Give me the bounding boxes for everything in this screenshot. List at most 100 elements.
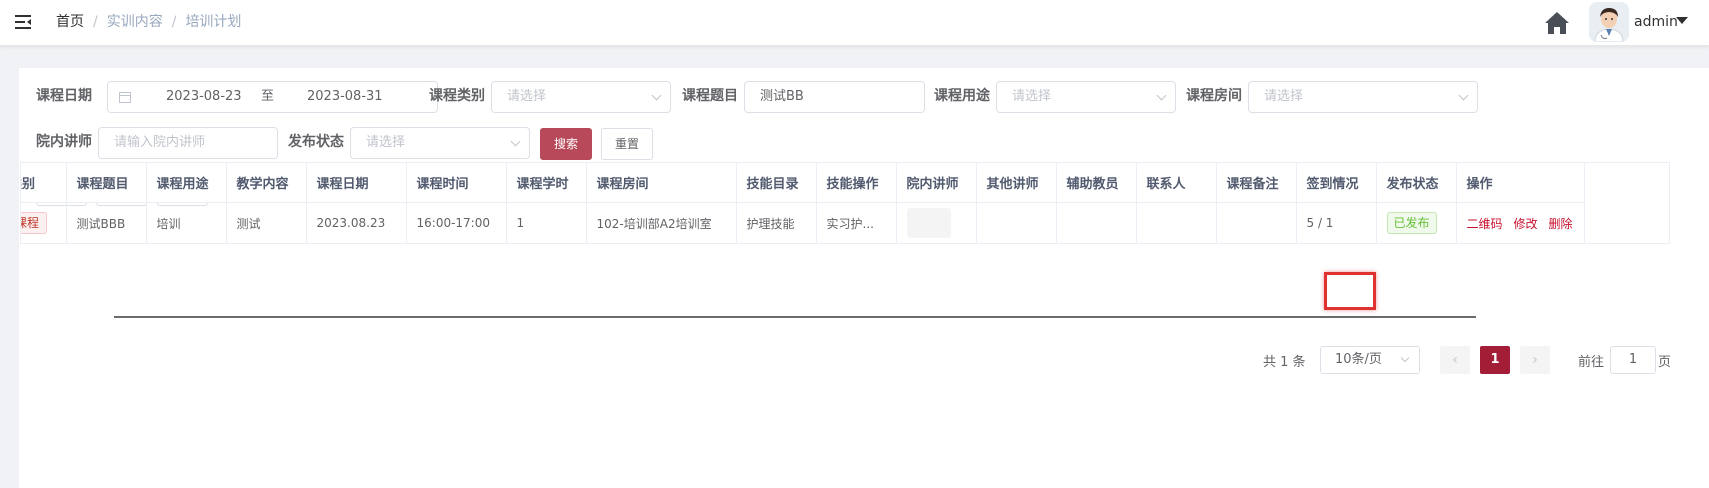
lecturer-label: 院内讲师: [36, 134, 92, 150]
page-size-value: 10条/页: [1335, 352, 1382, 367]
chevron-down-icon: [651, 90, 662, 101]
page-size-select[interactable]: 10条/页: [1320, 346, 1420, 374]
date-end[interactable]: 2023-08-31: [307, 82, 383, 112]
purpose-placeholder: 请选择: [1012, 89, 1052, 104]
category-placeholder: 请选择: [507, 89, 547, 104]
col-header: 操作: [1456, 163, 1585, 203]
status-placeholder: 请选择: [366, 135, 406, 150]
col-header: 课程题目: [66, 163, 147, 203]
col-header: 其他讲师: [976, 163, 1057, 203]
category-label: 课程类别: [429, 88, 485, 104]
col-header: 课程备注: [1216, 163, 1297, 203]
date-separator: 至: [261, 89, 275, 104]
reset-button[interactable]: 重置: [601, 128, 653, 160]
room-label: 课程房间: [1186, 88, 1242, 104]
cell-contact: [1136, 202, 1217, 243]
chevron-down-icon: [1156, 90, 1167, 101]
col-header: 签到情况: [1296, 163, 1377, 203]
cell-time: 16:00-17:00: [406, 202, 507, 243]
data-table: 课程类别 课程题目 课程用途 教学内容 课程日期 课程时间 课程学时 课程房间 …: [20, 162, 1670, 244]
col-header: 技能目录: [736, 163, 817, 203]
home-icon[interactable]: [1544, 10, 1570, 36]
breadcrumb-training-plan: 培训计划: [185, 14, 242, 30]
col-header: 联系人: [1136, 163, 1217, 203]
topic-label: 课程题目: [682, 88, 738, 104]
main-card: 课程日期 2023-08-23 至 2023-08-31 课程类别 请选择 课程…: [19, 68, 1709, 488]
topic-input[interactable]: 测试BB: [744, 81, 925, 113]
table-header-row: 课程类别 课程题目 课程用途 教学内容 课程日期 课程时间 课程学时 课程房间 …: [21, 163, 1585, 203]
col-header: 课程日期: [306, 163, 407, 203]
category-select[interactable]: 请选择: [491, 81, 671, 113]
breadcrumb-training-content[interactable]: 实训内容: [107, 14, 163, 30]
chevron-down-icon: [1458, 90, 1469, 101]
chevron-down-icon: [1400, 353, 1410, 363]
cell-room: 102-培训部A2培训室: [586, 202, 737, 243]
caret-down-icon[interactable]: [1676, 17, 1688, 24]
cell-assistant: [1056, 202, 1137, 243]
topic-value: 测试BB: [760, 89, 804, 104]
purpose-select[interactable]: 请选择: [996, 81, 1176, 113]
prev-page-button[interactable]: ‹: [1440, 346, 1470, 374]
blurred-lecturer: [906, 208, 951, 238]
pagination-total: 共 1 条: [1263, 355, 1306, 370]
col-header: 课程房间: [586, 163, 737, 203]
col-header: 课程时间: [406, 163, 507, 203]
col-header: 技能操作: [816, 163, 897, 203]
date-label: 课程日期: [36, 88, 92, 104]
goto-prefix: 前往: [1578, 355, 1605, 370]
user-name[interactable]: admin: [1634, 13, 1678, 31]
goto-page-input[interactable]: 1: [1610, 346, 1656, 374]
table-row: 实践课程 测试BBB 培训 测试 2023.08.23 16:00-17:00 …: [21, 202, 1585, 243]
col-header: 课程用途: [146, 163, 227, 203]
status-label: 发布状态: [288, 134, 344, 150]
cell-status: 已发布: [1376, 202, 1457, 243]
edit-link[interactable]: 修改: [1514, 217, 1538, 231]
col-header: 教学内容: [226, 163, 307, 203]
status-badge: 已发布: [1386, 212, 1437, 234]
breadcrumb: 首页 / 实训内容 / 培训计划: [56, 13, 241, 31]
cell-signin[interactable]: 5 / 1: [1296, 202, 1377, 243]
qrcode-link[interactable]: 二维码: [1467, 217, 1503, 231]
cell-other-lecturer: [976, 202, 1057, 243]
breadcrumb-separator: /: [93, 14, 98, 30]
cell-remark: [1216, 202, 1297, 243]
user-avatar-icon: [1589, 2, 1629, 42]
cell-actions: 二维码 修改 删除: [1456, 202, 1585, 243]
cell-skill-op: 实习护...: [816, 202, 897, 243]
col-header: 辅助教员: [1056, 163, 1137, 203]
purpose-label: 课程用途: [934, 88, 990, 104]
category-tag: 实践课程: [21, 212, 48, 234]
avatar[interactable]: [1589, 2, 1629, 42]
chevron-down-icon: [510, 136, 521, 147]
cell-inner-lecturer: [896, 202, 977, 243]
next-page-button[interactable]: ›: [1520, 346, 1550, 374]
cell-purpose: 培训: [146, 202, 227, 243]
date-range-picker[interactable]: 2023-08-23 至 2023-08-31: [107, 81, 438, 113]
cell-category: 实践课程: [21, 202, 67, 243]
date-start[interactable]: 2023-08-23: [166, 82, 242, 112]
search-button[interactable]: 搜索: [540, 128, 592, 160]
goto-suffix: 页: [1658, 355, 1672, 370]
col-header: 课程学时: [506, 163, 587, 203]
lecturer-placeholder: 请输入院内讲师: [114, 135, 206, 150]
room-placeholder: 请选择: [1264, 89, 1304, 104]
col-header: 发布状态: [1376, 163, 1457, 203]
delete-link[interactable]: 删除: [1549, 217, 1573, 231]
breadcrumb-separator: /: [171, 14, 177, 30]
cell-hours: 1: [506, 202, 587, 243]
cell-content: 测试: [226, 202, 307, 243]
top-navbar: 首页 / 实训内容 / 培训计划 admin: [0, 0, 1709, 46]
table: 课程类别 课程题目 课程用途 教学内容 课程日期 课程时间 课程学时 课程房间 …: [21, 163, 1585, 243]
cell-topic: 测试BBB: [66, 202, 147, 243]
horizontal-scrollbar[interactable]: [114, 316, 1476, 318]
status-select[interactable]: 请选择: [350, 127, 530, 159]
cell-skill-dir: 护理技能: [736, 202, 817, 243]
hamburger-icon[interactable]: [14, 13, 32, 31]
calendar-icon: [119, 92, 131, 103]
lecturer-input[interactable]: 请输入院内讲师: [98, 127, 278, 159]
col-header: 院内讲师: [896, 163, 977, 203]
room-select[interactable]: 请选择: [1248, 81, 1478, 113]
breadcrumb-home[interactable]: 首页: [56, 14, 84, 30]
page-number-current[interactable]: 1: [1480, 346, 1510, 374]
col-header: 课程类别: [21, 163, 67, 203]
